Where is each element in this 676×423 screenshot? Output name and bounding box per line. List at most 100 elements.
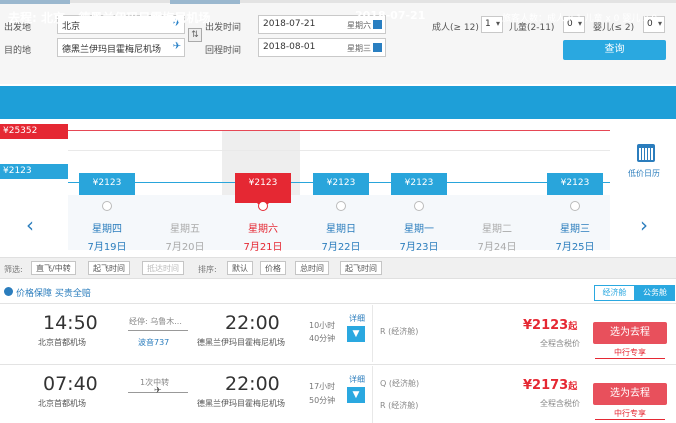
max-price-tag: ¥25352 (0, 124, 68, 139)
cabin-class: Q (经济舱) (380, 379, 420, 388)
sort-total-time[interactable]: 总时间 (295, 261, 329, 275)
select-outbound-button[interactable]: 选为去程 (593, 322, 667, 344)
sort-label: 排序: (198, 265, 217, 274)
departure-airport: 北京首都机场 (38, 338, 86, 347)
tab-economy[interactable]: 经济舱 (594, 285, 635, 301)
price-value: ¥2173 (523, 378, 569, 393)
day-weekday: 星期一 (404, 224, 434, 235)
price-guarantee-link[interactable]: 价格保障 买贵全赔 (16, 286, 91, 299)
day-radio[interactable] (570, 201, 580, 211)
filter-direct-transfer[interactable]: 直飞/中转 (31, 261, 76, 275)
sort-price[interactable]: 价格 (260, 261, 286, 275)
grid-line (68, 150, 610, 151)
chevron-down-icon: ▾ (657, 19, 662, 28)
duration-minutes: 40分钟 (309, 334, 336, 343)
boc-exclusive-link[interactable]: 中行专享 (595, 408, 665, 420)
swap-cities-icon[interactable]: ⇅ (188, 28, 202, 42)
divider (372, 305, 373, 362)
search-button[interactable]: 查询 (563, 40, 666, 60)
top-tab-indicator (0, 0, 70, 4)
return-weekday: 星期三 (347, 44, 371, 53)
route-date: 2018-07-21 (355, 9, 426, 22)
day-radio[interactable] (258, 201, 268, 211)
tab-business[interactable]: 公务舱 (635, 285, 675, 301)
price-note: 全程含税价 (540, 399, 580, 408)
shield-icon (4, 287, 13, 296)
price: ¥2123起 (523, 318, 577, 333)
duration-minutes: 50分钟 (309, 396, 336, 405)
price-suffix: 起 (568, 382, 578, 392)
flight-row (0, 303, 676, 363)
day-radio[interactable] (414, 201, 424, 211)
sort-default[interactable]: 默认 (227, 261, 253, 275)
min-price-tag: ¥2123 (0, 164, 68, 179)
departure-airport: 北京首都机场 (38, 399, 86, 408)
day-weekday: 星期四 (92, 224, 122, 235)
day-radio[interactable] (102, 201, 112, 211)
boc-exclusive-link[interactable]: 中行专享 (595, 347, 665, 359)
max-price-line (68, 130, 610, 131)
sort-depart-time[interactable]: 起飞时间 (340, 261, 382, 275)
return-date-input[interactable]: 2018-08-01 星期三 (258, 38, 386, 57)
next-week-chevron-right-icon[interactable]: › (640, 213, 648, 237)
price-bar: ¥2123 (313, 173, 369, 195)
return-date-label: 回程时间 (205, 46, 242, 56)
duration-hours: 17小时 (309, 382, 336, 391)
day-label: 星期二 7月24日 (458, 220, 536, 253)
price-value: ¥2123 (523, 318, 569, 333)
stopover-info: 经停: 乌鲁木... (129, 317, 182, 326)
plane-icon: ✈ (154, 386, 162, 396)
destination-input[interactable]: 德黑兰伊玛目霍梅尼机场 ✈ (57, 38, 185, 57)
filter-depart-time[interactable]: 起飞时间 (88, 261, 130, 275)
adult-label: 成人(≥ 12) (432, 23, 479, 33)
adult-value: 1 (485, 19, 491, 29)
adult-select[interactable]: 1 ▾ (481, 16, 503, 33)
day-date: 7月19日 (87, 242, 127, 253)
arrival-airport: 德黑兰伊玛目霍梅尼机场 (197, 399, 285, 408)
top-tab-indicator-2 (170, 0, 240, 4)
route-arrow-line (128, 330, 188, 331)
day-date: 7月20日 (165, 242, 205, 253)
detail-toggle[interactable]: 详细 ▼ (347, 313, 367, 342)
prev-week-chevron-left-icon[interactable]: ‹ (26, 213, 34, 237)
low-price-calendar-link[interactable]: 低价日历 (628, 168, 660, 179)
day-label: 星期日 7月22日 (302, 220, 380, 253)
select-outbound-button[interactable]: 选为去程 (593, 383, 667, 405)
arrival-airport: 德黑兰伊玛目霍梅尼机场 (197, 338, 285, 347)
day-label: 星期四 7月19日 (68, 220, 146, 253)
day-weekday: 星期二 (482, 224, 512, 235)
chevron-down-icon: ▼ (347, 326, 365, 342)
calendar-icon[interactable] (637, 144, 655, 162)
cabin-class: R (经济舱) (380, 327, 419, 336)
return-date-value: 2018-08-01 (263, 42, 316, 52)
detail-label: 详细 (349, 375, 365, 384)
price-bar-label: ¥2123 (248, 178, 278, 188)
departure-time: 07:40 (43, 373, 98, 395)
day-label: 星期六 7月21日 (224, 220, 302, 253)
price-suffix: 起 (568, 322, 578, 332)
day-label: 星期三 7月25日 (536, 220, 614, 253)
day-date: 7月24日 (477, 242, 517, 253)
price-note: 全程含税价 (540, 339, 580, 348)
day-weekday: 星期六 (248, 224, 278, 235)
arrival-time: 22:00 (225, 373, 280, 395)
passenger-count: 旅客人数：成人 x 1 儿童 x 0 婴儿 x 0 (502, 14, 658, 24)
departure-time: 14:50 (43, 312, 98, 334)
depart-date-value: 2018-07-21 (263, 19, 316, 29)
day-weekday: 星期三 (560, 224, 590, 235)
price: ¥2173起 (523, 378, 577, 393)
filter-arrive-time[interactable]: 抵达时间 (142, 261, 184, 275)
day-weekday: 星期日 (326, 224, 356, 235)
duration-hours: 10小时 (309, 321, 336, 330)
day-date: 7月21日 (243, 242, 283, 253)
day-radio[interactable] (336, 201, 346, 211)
depart-date-label: 出发时间 (205, 23, 242, 33)
detail-toggle[interactable]: 详细 ▼ (347, 374, 367, 403)
destination-label: 目的地 (4, 46, 32, 56)
route-title: 去程: 北京 - 德黑兰伊玛目霍梅尼机场 (8, 11, 211, 25)
day-date: 7月25日 (555, 242, 595, 253)
aircraft-type[interactable]: 波音737 (138, 337, 169, 348)
day-date: 7月22日 (321, 242, 361, 253)
chevron-down-icon: ▼ (347, 387, 365, 403)
landing-icon: ✈ (172, 41, 181, 52)
